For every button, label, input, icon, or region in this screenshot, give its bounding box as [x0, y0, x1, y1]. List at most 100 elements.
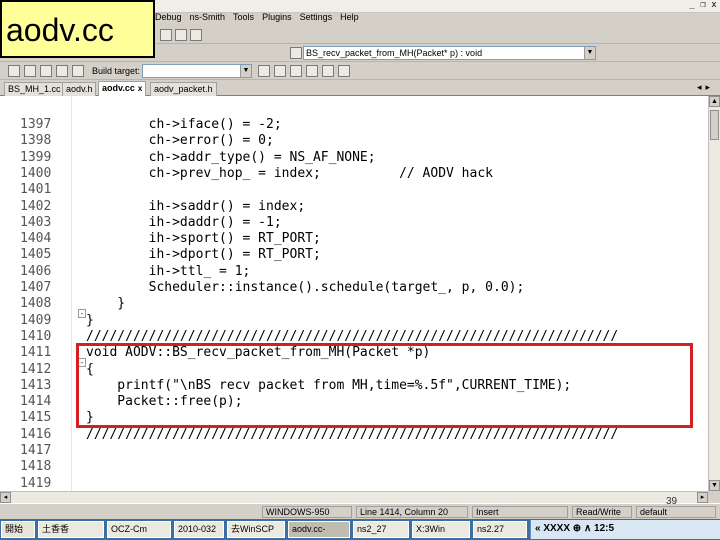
menu-debug[interactable]: Debug [155, 12, 182, 26]
code-line[interactable]: void AODV::BS_recv_packet_from_MH(Packet… [86, 345, 430, 360]
status-encoding: WINDOWS-950 [262, 506, 352, 518]
line-number: 1400 [20, 165, 52, 181]
toolbar-build: Build target: ▼ [0, 62, 720, 80]
line-number: 1398 [20, 133, 52, 149]
taskbar-item-active[interactable]: aodv.cc- [288, 521, 350, 538]
menu-help[interactable]: Help [340, 12, 359, 26]
slide-page-number: 39 [666, 496, 678, 507]
taskbar-item[interactable]: 去WinSCP [227, 521, 285, 538]
code-line[interactable]: Packet::free(p); [86, 394, 242, 409]
line-number: 1419 [20, 475, 52, 491]
stop-debug-icon[interactable] [322, 65, 334, 77]
taskbar-item[interactable]: X:3Win [412, 521, 470, 538]
code-editor[interactable]: 1397 ch->iface() = -2; 1398 ch->error() =… [0, 96, 720, 491]
close-button[interactable]: x [710, 0, 718, 10]
line-number: 1401 [20, 182, 52, 198]
chevron-down-icon: ▼ [584, 47, 595, 59]
line-number: 1407 [20, 280, 52, 295]
menu-settings[interactable]: Settings [300, 12, 333, 26]
taskbar-item[interactable]: OCZ-Cm [107, 521, 171, 538]
code-line[interactable]: ih->ttl_ = 1; [86, 264, 251, 279]
code-line[interactable]: ih->dport() = RT_PORT; [86, 247, 321, 262]
taskbar-item[interactable]: 2010-032 [174, 521, 224, 538]
line-number: 1416 [20, 426, 52, 442]
horizontal-scrollbar[interactable]: ◂ ▸ [0, 491, 708, 503]
caption-label: aodv.cc [0, 0, 155, 58]
code-line[interactable]: ////////////////////////////////////////… [86, 427, 618, 442]
tab-nav: ◂▸ [697, 82, 714, 93]
line-number: 1405 [20, 247, 52, 263]
step-out-icon[interactable] [306, 65, 318, 77]
menu-tools[interactable]: Tools [233, 12, 254, 26]
window-controls: _ ❐ x [688, 0, 718, 12]
taskbar-item[interactable]: ns2_27 [353, 521, 409, 538]
minimize-button[interactable]: _ [688, 0, 696, 10]
taskbar-item[interactable]: 土香香 [38, 521, 104, 538]
step-icon[interactable] [274, 65, 286, 77]
code-line[interactable]: ih->sport() = RT_PORT; [86, 231, 321, 246]
close-icon[interactable]: x [138, 84, 142, 93]
tab-aodv-h[interactable]: aodv.h [62, 82, 97, 96]
code-line[interactable]: printf("\nBS recv packet from MH,time=%.… [86, 378, 571, 393]
status-access: Read/Write [572, 506, 632, 518]
line-number: 1411 [20, 345, 52, 361]
scroll-thumb[interactable] [710, 110, 719, 140]
start-button[interactable]: 開始 [1, 521, 35, 538]
function-combo[interactable]: BS_recv_packet_from_MH(Packet* p) : void… [303, 46, 596, 60]
scroll-up-icon[interactable]: ▲ [709, 96, 720, 107]
scroll-down-icon[interactable]: ▼ [709, 480, 720, 491]
code-line[interactable]: ch->error() = 0; [86, 133, 274, 148]
line-number: 1403 [20, 214, 52, 230]
code-line[interactable]: } [86, 410, 94, 425]
status-extra: default [636, 506, 716, 518]
build-run-icon[interactable] [40, 65, 52, 77]
fold-marker-icon[interactable]: - [78, 358, 86, 367]
fold-marker-icon[interactable]: - [78, 309, 86, 318]
tab-bs-mh[interactable]: BS_MH_1.cc [4, 82, 65, 96]
tab-aodv-cc[interactable]: aodv.cc x [98, 81, 147, 96]
tab-right-icon[interactable]: ▸ [705, 82, 714, 92]
debug-windows-icon[interactable] [338, 65, 350, 77]
abort-icon[interactable] [72, 65, 84, 77]
code-line[interactable]: ch->addr_type() = NS_AF_NONE; [86, 150, 376, 165]
line-number: 1408 [20, 296, 52, 312]
line-number: 1417 [20, 443, 52, 458]
line-number: 1397 [20, 117, 52, 132]
code-line[interactable]: ch->prev_hop_ = index; // AODV hack [86, 166, 493, 181]
code-line[interactable]: ch->iface() = -2; [86, 117, 282, 132]
line-number: 1399 [20, 149, 52, 165]
new-file-icon[interactable] [160, 29, 172, 41]
code-line[interactable]: } [86, 313, 94, 328]
gear-icon[interactable] [8, 65, 20, 77]
vertical-scrollbar[interactable]: ▲ ▼ [708, 96, 720, 491]
scroll-left-icon[interactable]: ◂ [0, 492, 11, 503]
line-number: 1409 [20, 312, 52, 328]
user-icon[interactable] [175, 29, 187, 41]
editor-tabs: BS_MH_1.cc aodv.h aodv.cc x aodv_packet.h… [0, 80, 720, 96]
menu-ns-smith[interactable]: ns-Smith [190, 12, 226, 26]
debug-icon[interactable] [258, 65, 270, 77]
search-replace-icon[interactable] [190, 29, 202, 41]
chevron-down-icon: ▼ [240, 65, 251, 77]
system-tray[interactable]: « XXXX ⊕ ∧ 12:5 [530, 520, 720, 539]
line-number: 1410 [20, 328, 52, 344]
code-line[interactable]: } [86, 296, 125, 311]
build-target-label: Build target: [92, 66, 141, 76]
code-line[interactable]: { [86, 362, 94, 377]
code-line[interactable]: ih->daddr() = -1; [86, 215, 282, 230]
restore-button[interactable]: ❐ [699, 0, 707, 10]
line-number: 1404 [20, 231, 52, 247]
code-line[interactable]: ////////////////////////////////////////… [86, 329, 618, 344]
tab-aodv-packet-h[interactable]: aodv_packet.h [150, 82, 217, 96]
scroll-right-icon[interactable]: ▸ [697, 492, 708, 503]
code-line[interactable]: Scheduler::instance().schedule(target_, … [86, 280, 525, 295]
status-position: Line 1414, Column 20 [356, 506, 468, 518]
build-target-combo[interactable]: ▼ [142, 64, 252, 78]
taskbar-item[interactable]: ns2.27 [473, 521, 527, 538]
step-into-icon[interactable] [290, 65, 302, 77]
rebuild-icon[interactable] [56, 65, 68, 77]
function-list-icon[interactable] [290, 47, 302, 59]
run-icon[interactable] [24, 65, 36, 77]
code-line[interactable]: ih->saddr() = index; [86, 199, 306, 214]
menu-plugins[interactable]: Plugins [262, 12, 292, 26]
